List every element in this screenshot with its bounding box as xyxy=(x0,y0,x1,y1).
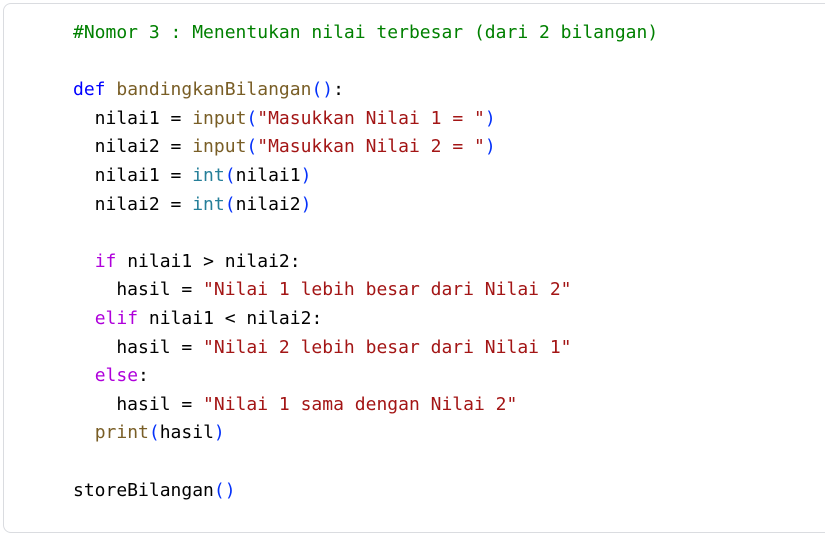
code-block[interactable]: #Nomor 3 : Menentukan nilai terbesar (da… xyxy=(73,19,658,505)
keyword: def xyxy=(73,79,106,101)
code-text: nilai1 = xyxy=(73,164,193,186)
code-line: print(hasil) xyxy=(73,419,658,448)
code-text: storeBilangan xyxy=(73,479,214,501)
string-literal: "Masukkan Nilai 2 = " xyxy=(257,136,485,158)
bracket: ( xyxy=(246,107,258,129)
code-line: storeBilangan() xyxy=(73,477,658,506)
bracket: ( xyxy=(224,193,236,215)
code-text: nilai1 < nilai2: xyxy=(138,307,323,329)
code-text: nilai2 = xyxy=(73,136,193,158)
code-line: nilai2 = int(nilai2) xyxy=(73,191,658,220)
code-line: nilai2 = input("Masukkan Nilai 2 = ") xyxy=(73,133,658,162)
code-text: hasil = xyxy=(73,336,204,358)
comment: #Nomor 3 : Menentukan nilai terbesar (da… xyxy=(73,22,659,43)
function-name: input xyxy=(192,107,247,129)
code-text: nilai1 = xyxy=(73,107,193,129)
builtin: int xyxy=(192,193,225,215)
keyword: elif xyxy=(94,307,139,329)
code-text: nilai1 > nilai2: xyxy=(116,250,301,272)
bracket: () xyxy=(311,79,334,101)
string-literal: "Nilai 1 sama dengan Nilai 2" xyxy=(203,393,518,415)
bracket: ( xyxy=(246,136,258,158)
bracket: () xyxy=(213,479,236,501)
function-name: print xyxy=(94,422,149,444)
keyword: if xyxy=(94,250,117,272)
code-line: hasil = "Nilai 2 lebih besar dari Nilai … xyxy=(73,334,658,363)
code-text: nilai2 = xyxy=(73,193,193,215)
keyword: else xyxy=(94,365,139,387)
code-text: nilai1 xyxy=(235,164,301,186)
code-line: nilai1 = input("Masukkan Nilai 1 = ") xyxy=(73,105,658,134)
bracket: ) xyxy=(300,193,312,215)
function-name: input xyxy=(192,136,247,158)
bracket: ( xyxy=(148,422,160,444)
code-line: def bandingkanBilangan(): xyxy=(73,76,658,105)
code-text: : xyxy=(333,79,344,101)
code-line: if nilai1 > nilai2: xyxy=(73,248,658,277)
code-text: nilai2 xyxy=(235,193,301,215)
bracket: ) xyxy=(484,136,496,158)
code-line: nilai1 = int(nilai1) xyxy=(73,162,658,191)
bracket: ( xyxy=(224,164,236,186)
code-line: elif nilai1 < nilai2: xyxy=(73,305,658,334)
string-literal: "Nilai 1 lebih besar dari Nilai 2" xyxy=(203,279,572,301)
code-line: hasil = "Nilai 1 sama dengan Nilai 2" xyxy=(73,391,658,420)
bracket: ) xyxy=(300,164,312,186)
code-text: hasil = xyxy=(73,393,204,415)
function-name: bandingkanBilangan xyxy=(116,79,312,101)
bracket: ) xyxy=(484,107,496,129)
code-line: else: xyxy=(73,362,658,391)
builtin: int xyxy=(192,164,225,186)
code-line: #Nomor 3 : Menentukan nilai terbesar (da… xyxy=(73,19,658,48)
string-literal: "Nilai 2 lebih besar dari Nilai 1" xyxy=(203,336,572,358)
string-literal: "Masukkan Nilai 1 = " xyxy=(257,107,485,129)
code-text: hasil xyxy=(159,422,214,444)
code-line: hasil = "Nilai 1 lebih besar dari Nilai … xyxy=(73,276,658,305)
code-text: hasil = xyxy=(73,279,204,301)
code-text: : xyxy=(138,365,149,387)
bracket: ) xyxy=(213,422,225,444)
